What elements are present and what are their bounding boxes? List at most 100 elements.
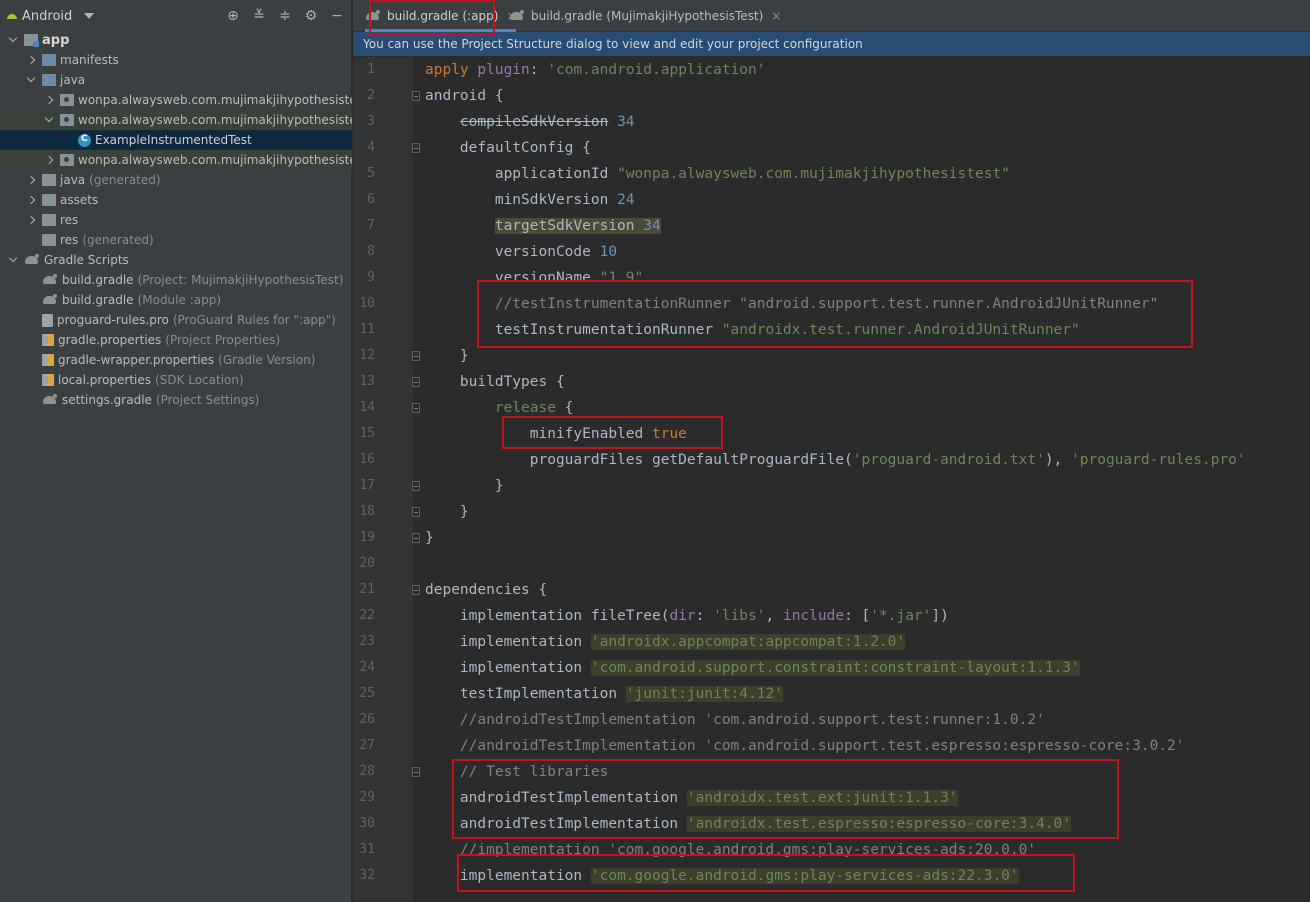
code-token: , [765,608,783,624]
chevron-right-icon[interactable] [44,95,54,105]
tree-item-label: wonpa.alwaysweb.com.mujimakjihypothesist… [78,113,352,127]
code-line[interactable]: implementation 'com.android.support.cons… [425,655,1080,681]
code-line[interactable]: android { [425,83,504,109]
code-token: //androidTestImplementation 'com.android… [459,712,1045,728]
code-line[interactable]: //androidTestImplementation 'com.android… [425,733,1185,759]
chevron-right-icon[interactable] [26,175,36,185]
fold-marker-icon[interactable] [412,351,420,361]
chevron-right-icon[interactable] [44,155,54,165]
tree-item[interactable]: local.properties (SDK Location) [0,370,352,390]
line-number: 8 [367,244,375,259]
fold-marker-icon[interactable] [412,533,420,543]
minimize-icon[interactable]: − [329,8,345,24]
code-line[interactable]: versionName "1.9" [425,265,643,291]
code-line[interactable]: proguardFiles getDefaultProguardFile('pr… [425,447,1246,473]
chevron-right-icon[interactable] [26,55,36,65]
project-structure-notice[interactable]: You can use the Project Structure dialog… [353,32,1310,56]
tree-item[interactable]: res [0,210,352,230]
code-line[interactable]: minSdkVersion 24 [425,187,635,213]
code-token: } [425,530,434,546]
tree-item[interactable]: settings.gradle (Project Settings) [0,390,352,410]
fold-marker-icon[interactable] [412,91,420,101]
code-line[interactable]: implementation fileTree(dir: 'libs', inc… [425,603,949,629]
code-line[interactable]: //implementation 'com.google.android.gms… [425,837,1036,863]
code-token: true [651,426,687,442]
tree-item-label: ExampleInstrumentedTest [95,133,252,147]
code-line[interactable]: //testInstrumentationRunner "android.sup… [425,291,1158,317]
folder-blue-icon [42,74,56,86]
tree-item[interactable]: java [0,70,352,90]
code-line[interactable]: } [425,473,504,499]
code-line[interactable]: implementation 'com.google.android.gms:p… [425,863,1019,889]
code-line[interactable]: versionCode 10 [425,239,617,265]
code-line[interactable]: apply plugin: 'com.android.application' [425,57,766,83]
code-line[interactable]: applicationId "wonpa.alwaysweb.com.mujim… [425,161,1010,187]
tree-item[interactable]: ExampleInstrumentedTest [0,130,352,150]
tree-item[interactable]: res (generated) [0,230,352,250]
tab-build-gradle-project[interactable]: build.gradle (MujimakjiHypothesisTest) × [509,0,781,32]
code-token: 'androidx.appcompat:appcompat:1.2.0' [590,634,906,650]
tree-item[interactable]: build.gradle (Project: MujimakjiHypothesi… [0,270,352,290]
chevron-right-icon[interactable] [26,215,36,225]
code-line[interactable]: dependencies { [425,577,547,603]
tree-item[interactable]: Gradle Scripts [0,250,352,270]
code-line[interactable]: } [425,525,434,551]
code-token: minifyEnabled [425,426,652,442]
fold-marker-icon[interactable] [412,403,420,413]
close-icon[interactable]: × [771,9,781,23]
line-number: 26 [359,712,375,727]
code-token: compileSdkVersion [459,114,609,130]
collapse-all-icon[interactable]: ≑ [277,8,293,24]
fold-marker-icon[interactable] [412,767,420,777]
locate-icon[interactable]: ⊕ [225,8,241,24]
line-number: 2 [367,88,375,103]
fold-marker-icon[interactable] [412,143,420,153]
code-line[interactable]: testImplementation 'junit:junit:4.12' [425,681,783,707]
tree-item[interactable]: build.gradle (Module :app) [0,290,352,310]
code-line[interactable]: defaultConfig { [425,135,591,161]
fold-marker-icon[interactable] [412,481,420,491]
chevron-down-icon[interactable] [26,75,36,85]
code-token: '*.jar' [870,608,932,624]
code-line[interactable]: implementation 'androidx.appcompat:appco… [425,629,906,655]
expand-all-icon[interactable]: ≚ [251,8,267,24]
tree-item[interactable]: wonpa.alwaysweb.com.mujimakjihypothesist… [0,150,352,170]
gear-icon[interactable]: ⚙ [303,8,319,24]
code-line[interactable]: //androidTestImplementation 'com.android… [425,707,1045,733]
code-line[interactable]: // Test libraries [425,759,608,785]
project-view-selector[interactable]: Android [22,9,72,24]
chevron-down-icon[interactable] [8,35,18,45]
code-line[interactable]: targetSdkVersion 34 [425,213,661,239]
chevron-down-icon[interactable] [84,13,95,19]
chevron-right-icon[interactable] [26,195,36,205]
code-line[interactable]: androidTestImplementation 'androidx.test… [425,811,1072,837]
tree-item[interactable]: gradle-wrapper.properties (Gradle Version… [0,350,352,370]
tree-item[interactable]: manifests [0,50,352,70]
code-line[interactable]: buildTypes { [425,369,565,395]
tree-item-suffix: (SDK Location) [155,373,244,387]
fold-marker-icon[interactable] [412,507,420,517]
code-line[interactable]: compileSdkVersion 34 [425,109,635,135]
tree-item[interactable]: gradle.properties (Project Properties) [0,330,352,350]
tree-item[interactable]: wonpa.alwaysweb.com.mujimakjihypothesist… [0,110,352,130]
props-icon [42,374,54,386]
tree-item[interactable]: wonpa.alwaysweb.com.mujimakjihypothesist… [0,90,352,110]
line-number: 1 [367,62,375,77]
chevron-down-icon[interactable] [44,115,54,125]
code-line[interactable]: release { [425,395,574,421]
tree-item[interactable]: app [0,30,352,50]
tree-item[interactable]: proguard-rules.pro (ProGuard Rules for ":… [0,310,352,330]
code-line[interactable]: } [425,343,469,369]
code-line[interactable]: androidTestImplementation 'androidx.test… [425,785,958,811]
code-token: 'androidx.test.ext:junit:1.1.3' [686,790,958,806]
code-line[interactable]: } [425,499,469,525]
code-line[interactable]: minifyEnabled true [425,421,687,447]
code-line[interactable]: testInstrumentationRunner "androidx.test… [425,317,1080,343]
chevron-down-icon[interactable] [8,255,18,265]
fold-marker-icon[interactable] [412,377,420,387]
tree-item[interactable]: java (generated) [0,170,352,190]
tab-build-gradle-app[interactable]: build.gradle (:app) × [365,0,517,32]
fold-marker-icon[interactable] [412,585,420,595]
line-number: 29 [359,790,375,805]
tree-item[interactable]: assets [0,190,352,210]
